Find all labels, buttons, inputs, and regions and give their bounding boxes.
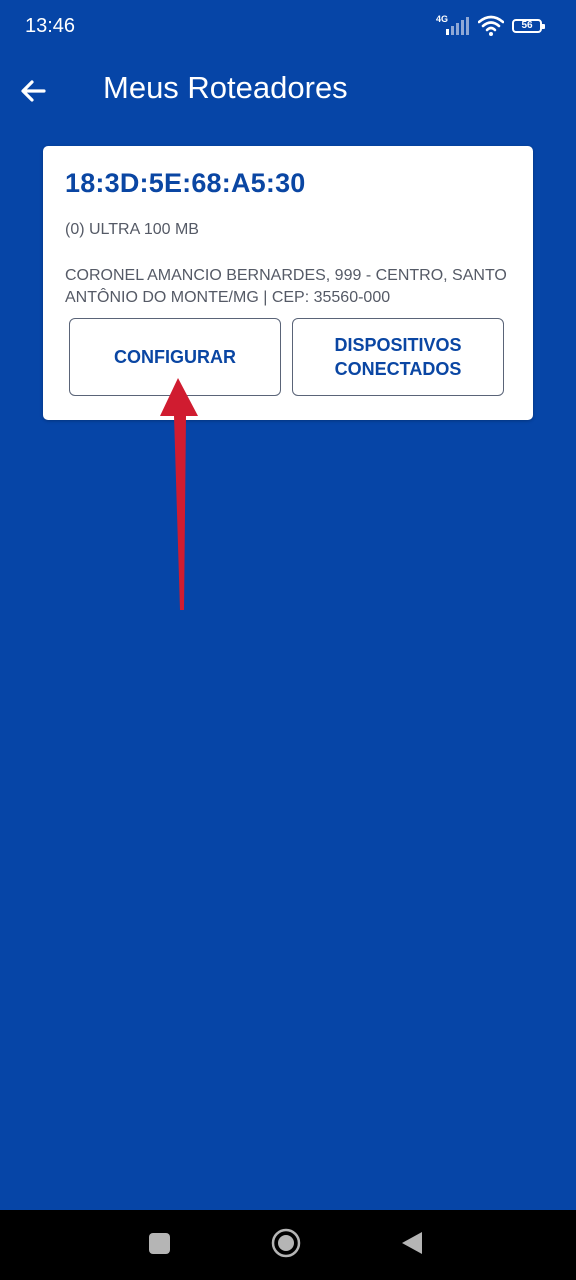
back-triangle-icon[interactable] — [400, 1230, 424, 1256]
arrow-left-icon[interactable] — [18, 76, 48, 106]
page-title: Meus Roteadores — [103, 70, 348, 105]
router-plan: (0) ULTRA 100 MB — [65, 221, 199, 238]
status-time: 13:46 — [25, 15, 76, 37]
app-bar: Meus Roteadores — [0, 54, 576, 126]
router-address: CORONEL AMANCIO BERNARDES, 999 - CENTRO,… — [65, 267, 507, 306]
router-card: 18:3D:5E:68:A5:30 (0) ULTRA 100 MB CORON… — [43, 146, 533, 420]
status-bar: 13:46 4G 56 — [0, 0, 576, 54]
recents-square-icon[interactable] — [149, 1233, 170, 1254]
status-icons: 4G 56 — [436, 14, 545, 38]
battery-level: 56 — [521, 20, 533, 31]
connected-devices-label: DISPOSITIVOS CONECTADOS — [334, 333, 461, 381]
connected-devices-button[interactable]: DISPOSITIVOS CONECTADOS — [292, 318, 504, 396]
battery-icon: 56 — [512, 19, 545, 33]
home-circle-icon[interactable] — [271, 1228, 301, 1258]
navigation-bar — [0, 1210, 576, 1280]
router-mac-address: 18:3D:5E:68:A5:30 — [65, 168, 306, 198]
configure-button[interactable]: CONFIGURAR — [69, 318, 281, 396]
wifi-icon — [478, 15, 504, 36]
network-type-label: 4G — [436, 14, 449, 24]
signal-icon: 4G — [436, 14, 470, 38]
connected-devices-label-line2: CONECTADOS — [334, 359, 462, 379]
connected-devices-label-line1: DISPOSITIVOS — [334, 335, 462, 355]
